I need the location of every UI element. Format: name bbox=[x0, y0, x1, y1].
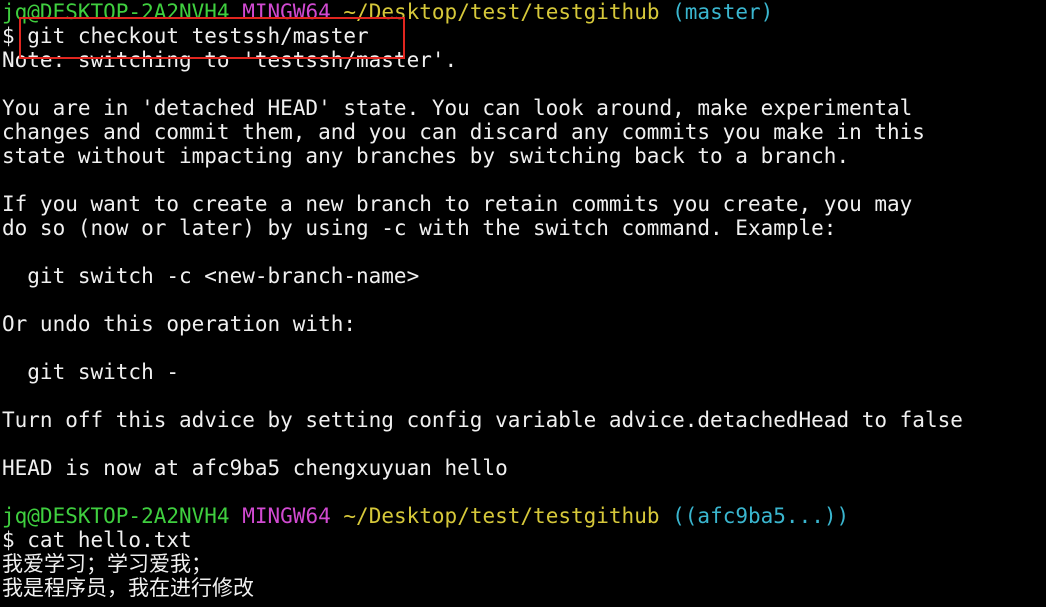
command-line-1: $ git checkout testssh/master bbox=[2, 24, 369, 48]
prompt-env: MINGW64 bbox=[242, 504, 331, 528]
command-line-2: $ cat hello.txt bbox=[2, 528, 192, 552]
terminal-window[interactable]: jq@DESKTOP-2A2NVH4 MINGW64 ~/Desktop/tes… bbox=[2, 0, 1046, 607]
output-line: git switch -c <new-branch-name> bbox=[2, 264, 420, 288]
file-content-line: 我是程序员，我在进行修改 bbox=[2, 576, 254, 600]
output-line: state without impacting any branches by … bbox=[2, 144, 850, 168]
output-line: If you want to create a new branch to re… bbox=[2, 192, 913, 216]
prompt-branch: (master) bbox=[672, 0, 774, 24]
output-line: Note: switching to 'testssh/master'. bbox=[2, 48, 458, 72]
prompt-userhost: jq@DESKTOP-2A2NVH4 bbox=[2, 0, 230, 24]
output-line: do so (now or later) by using -c with th… bbox=[2, 216, 837, 240]
output-line: git switch - bbox=[2, 360, 180, 384]
output-line: You are in 'detached HEAD' state. You ca… bbox=[2, 96, 913, 120]
output-line: Turn off this advice by setting config v… bbox=[2, 408, 963, 432]
output-line: changes and commit them, and you can dis… bbox=[2, 120, 925, 144]
prompt-userhost: jq@DESKTOP-2A2NVH4 bbox=[2, 504, 230, 528]
prompt-env: MINGW64 bbox=[242, 0, 331, 24]
prompt-path: ~/Desktop/test/testgithub bbox=[343, 0, 660, 24]
file-content-line: 我爱学习；学习爱我； bbox=[2, 552, 212, 576]
output-line: Or undo this operation with: bbox=[2, 312, 357, 336]
prompt-line-2: jq@DESKTOP-2A2NVH4 MINGW64 ~/Desktop/tes… bbox=[2, 504, 1046, 528]
prompt-branch: ((afc9ba5...)) bbox=[672, 504, 850, 528]
prompt-line-1: jq@DESKTOP-2A2NVH4 MINGW64 ~/Desktop/tes… bbox=[2, 0, 1046, 24]
prompt-path: ~/Desktop/test/testgithub bbox=[343, 504, 660, 528]
output-line: HEAD is now at afc9ba5 chengxuyuan hello bbox=[2, 456, 508, 480]
